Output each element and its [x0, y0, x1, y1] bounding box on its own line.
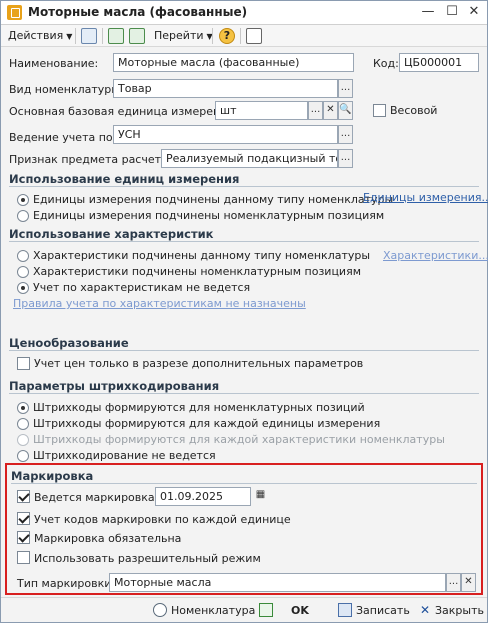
unit-clear-button[interactable]: ✕ — [323, 101, 338, 120]
chars-option-positions-radio[interactable] — [17, 266, 29, 278]
marking-from-checkbox[interactable] — [17, 490, 30, 503]
toolbar-separator — [240, 28, 241, 44]
section-divider — [9, 186, 479, 187]
per-unit-label: Учет кодов маркировки по каждой единице — [34, 513, 291, 526]
unit-label: Основная базовая единица измерения: — [9, 105, 238, 118]
permit-checkbox[interactable] — [17, 551, 30, 564]
units-section-title: Использование единиц измерения — [9, 172, 240, 186]
barcode-section-title: Параметры штрихкодирования — [9, 379, 220, 393]
refresh-icon[interactable] — [108, 28, 124, 44]
chars-option-positions-label: Характеристики подчинены номенклатурным … — [33, 265, 361, 278]
app-icon — [7, 5, 22, 20]
name-input[interactable]: Моторные масла (фасованные) — [113, 53, 354, 72]
section-divider — [9, 350, 479, 351]
goto-label: Перейти — [154, 29, 204, 42]
weight-checkbox[interactable] — [373, 104, 386, 117]
per-unit-checkbox[interactable] — [17, 512, 30, 525]
chars-option-none-radio[interactable] — [17, 282, 29, 294]
barcode-option-units-radio[interactable] — [17, 418, 29, 430]
close-dialog-button[interactable]: Закрыть — [435, 603, 484, 619]
accounting-select-button[interactable]: ... — [338, 125, 353, 144]
section-divider — [11, 483, 477, 484]
calendar-icon[interactable]: ▦ — [253, 487, 268, 506]
close-x-icon: ✕ — [420, 603, 431, 617]
units-option-positions-label: Единицы измерения подчинены номенклатурн… — [33, 209, 385, 222]
mandatory-label: Маркировка обязательна — [34, 532, 182, 545]
name-label: Наименование: — [9, 57, 99, 70]
marking-type-select-button[interactable]: ... — [446, 573, 461, 592]
save-icon — [338, 603, 352, 617]
navigate-icon[interactable] — [129, 28, 145, 44]
barcode-option-none-label: Штрихкодирование не ведется — [33, 449, 216, 462]
calc-select-button[interactable]: ... — [338, 149, 353, 168]
dialog-window: Моторные масла (фасованные) — ☐ ✕ Действ… — [0, 0, 488, 623]
chars-section-title: Использование характеристик — [9, 227, 214, 241]
unit-input[interactable]: шт — [215, 101, 308, 120]
chars-option-none-label: Учет по характеристикам не ведется — [33, 281, 251, 294]
chars-link[interactable]: Характеристики... — [383, 249, 488, 262]
nomenclature-button[interactable]: Номенклатура — [171, 603, 255, 619]
marking-from-label: Ведется маркировка с — [34, 491, 165, 504]
toolbar: Действия ▼ Перейти ▼ ? — [1, 25, 487, 47]
goto-list-icon[interactable] — [81, 28, 97, 44]
ok-button[interactable]: OK — [291, 603, 309, 619]
window-title: Моторные масла (фасованные) — [28, 5, 248, 19]
help-icon[interactable]: ? — [219, 28, 235, 44]
pricing-section-title: Ценообразование — [9, 336, 129, 350]
units-option-type-label: Единицы измерения подчинены данному типу… — [33, 193, 394, 206]
marking-type-input[interactable]: Моторные масла — [109, 573, 446, 592]
actions-label: Действия — [8, 29, 64, 42]
actions-menu-button[interactable]: Действия ▼ — [8, 28, 72, 44]
barcode-option-none-radio[interactable] — [17, 450, 29, 462]
marking-section-title: Маркировка — [11, 469, 94, 483]
pricing-checkbox[interactable] — [17, 357, 30, 370]
chars-rules-link[interactable]: Правила учета по характеристикам не назн… — [13, 297, 306, 310]
search-icon[interactable]: 🔍 — [338, 101, 353, 120]
toolbar-separator — [75, 28, 76, 44]
units-option-type-radio[interactable] — [17, 194, 29, 206]
permit-label: Использовать разрешительный режим — [34, 552, 261, 565]
kind-label: Вид номенклатуры: — [9, 83, 124, 96]
minimize-button[interactable]: — — [419, 4, 437, 20]
accounting-label: Ведение учета по: — [9, 131, 117, 144]
toolbar-separator — [102, 28, 103, 44]
weight-label: Весовой — [390, 104, 438, 117]
barcode-option-positions-label: Штрихкоды формируются для номенклатурных… — [33, 401, 365, 414]
marking-type-clear-button[interactable]: ✕ — [461, 573, 476, 592]
marking-from-date-input[interactable]: 01.09.2025 — [155, 487, 251, 506]
toolbar-separator — [212, 28, 213, 44]
close-button[interactable]: ✕ — [465, 4, 483, 20]
section-divider — [9, 393, 479, 394]
caret-down-icon: ▼ — [66, 32, 73, 41]
chars-option-type-label: Характеристики подчинены данному типу но… — [33, 249, 371, 262]
kind-select-button[interactable]: ... — [338, 79, 353, 98]
barcode-option-positions-radio[interactable] — [17, 402, 29, 414]
accounting-input[interactable]: УСН — [113, 125, 338, 144]
marking-type-label: Тип маркировки: — [17, 577, 116, 590]
chars-option-type-radio[interactable] — [17, 250, 29, 262]
code-input[interactable]: ЦБ000001 — [399, 53, 479, 72]
save-button[interactable]: Записать — [356, 603, 410, 619]
units-option-positions-radio[interactable] — [17, 210, 29, 222]
barcode-option-units-label: Штрихкоды формируются для каждой единицы… — [33, 417, 381, 430]
calc-input[interactable]: Реализуемый подакцизный товар — [161, 149, 338, 168]
section-divider — [9, 241, 479, 242]
code-label: Код: — [373, 57, 399, 70]
structure-icon[interactable] — [246, 28, 262, 44]
ok-check-icon — [259, 603, 273, 617]
search-nomenclature-icon — [153, 603, 167, 617]
barcode-option-chars-radio — [17, 434, 29, 446]
kind-input[interactable]: Товар — [113, 79, 338, 98]
calc-label: Признак предмета расчета: — [9, 153, 172, 166]
title-bar: Моторные масла (фасованные) — ☐ ✕ — [1, 1, 487, 25]
barcode-option-chars-label: Штрихкоды формируются для каждой характе… — [33, 433, 445, 446]
footer-bar: Номенклатура OK Записать ✕ Закрыть — [1, 597, 487, 622]
mandatory-checkbox[interactable] — [17, 531, 30, 544]
pricing-checkbox-label: Учет цен только в разрезе дополнительных… — [34, 357, 364, 370]
goto-menu-button[interactable]: Перейти ▼ — [154, 28, 213, 44]
units-link[interactable]: Единицы измерения... — [363, 191, 488, 204]
maximize-button[interactable]: ☐ — [443, 4, 461, 20]
unit-select-button[interactable]: ... — [308, 101, 323, 120]
